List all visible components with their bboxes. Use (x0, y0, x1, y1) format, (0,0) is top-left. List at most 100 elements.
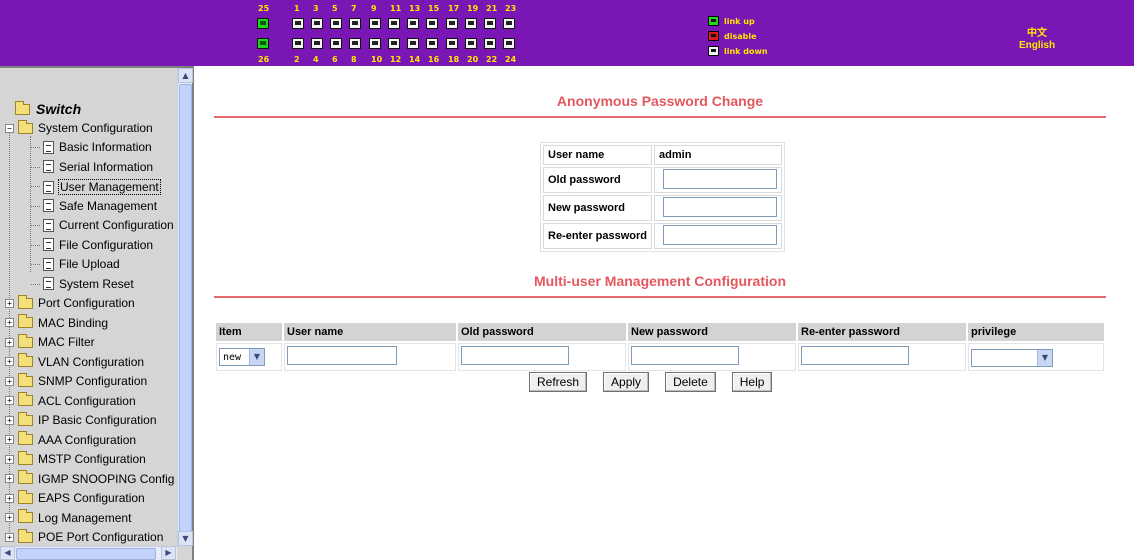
port-link-down-icon[interactable] (311, 38, 323, 49)
row-old-password-input[interactable] (461, 346, 569, 365)
expand-icon[interactable]: + (5, 298, 14, 308)
port-link-down-icon[interactable] (292, 18, 304, 29)
row-reenter-password-input[interactable] (801, 346, 909, 365)
lang-chinese-link[interactable]: 中文 (1012, 24, 1062, 39)
port-link-down-icon[interactable] (388, 38, 400, 49)
sidebar-item-label: File Configuration (59, 237, 154, 252)
port-link-down-icon[interactable] (446, 38, 458, 49)
port-link-down-icon[interactable] (388, 18, 400, 29)
row-new-password-input[interactable] (631, 346, 739, 365)
item-select[interactable]: new ▼ (219, 348, 265, 366)
sidebar-item-igmp-snooping-config[interactable]: + IGMP SNOOPING Config (5, 470, 175, 486)
sidebar-item-user-management[interactable]: User Management (43, 179, 161, 195)
port-link-down-icon[interactable] (503, 38, 515, 49)
port-link-down-icon[interactable] (503, 18, 515, 29)
scroll-thumb[interactable] (16, 548, 156, 560)
scroll-right-icon[interactable]: ▶ (161, 546, 176, 560)
expand-icon[interactable]: + (5, 532, 14, 542)
port-link-down-icon[interactable] (407, 18, 419, 29)
expand-icon[interactable]: + (5, 474, 14, 483)
folder-icon (18, 528, 33, 543)
expand-icon[interactable]: + (5, 435, 14, 444)
refresh-button[interactable]: Refresh (529, 372, 588, 392)
horizontal-scrollbar[interactable]: ◀ ▶ (0, 546, 177, 560)
sidebar-item-safe-management[interactable]: Safe Management (43, 199, 158, 213)
sidebar-item-poe-port-configuration[interactable]: + POE Port Configuration (5, 528, 164, 544)
privilege-select[interactable]: ▼ (971, 349, 1053, 367)
port-link-up-icon[interactable] (257, 18, 269, 29)
port-link-down-icon[interactable] (330, 38, 342, 49)
scroll-thumb[interactable] (179, 84, 192, 532)
document-icon (43, 199, 54, 212)
help-button[interactable]: Help (731, 372, 773, 392)
old-password-input[interactable] (663, 168, 778, 189)
sidebar-item-snmp-configuration[interactable]: + SNMP Configuration (5, 372, 148, 388)
scroll-down-icon[interactable]: ▼ (178, 531, 193, 546)
section-divider (214, 296, 1106, 298)
port-link-down-icon[interactable] (349, 18, 361, 29)
sidebar-item-log-management[interactable]: + Log Management (5, 509, 132, 525)
expand-icon[interactable]: + (5, 513, 14, 522)
port-link-down-icon[interactable] (369, 18, 381, 29)
port-link-down-icon[interactable] (465, 18, 477, 29)
expand-icon[interactable]: + (5, 337, 14, 347)
port-link-down-icon[interactable] (426, 38, 438, 49)
reenter-password-input[interactable] (663, 224, 778, 245)
port-link-down-icon[interactable] (484, 18, 496, 29)
apply-button[interactable]: Apply (603, 372, 650, 392)
expand-icon[interactable]: + (5, 454, 14, 464)
chevron-down-icon[interactable]: ▼ (249, 349, 264, 365)
port-link-down-icon[interactable] (292, 38, 304, 49)
port-link-up-icon[interactable] (257, 38, 269, 49)
expand-icon[interactable]: + (5, 318, 14, 327)
expand-icon[interactable]: + (5, 493, 14, 503)
tree-root[interactable]: Switch (15, 100, 81, 117)
scroll-up-icon[interactable]: ▲ (178, 68, 193, 83)
expand-icon[interactable]: + (5, 415, 14, 425)
column-header: Re-enter password (798, 323, 966, 341)
sidebar-item-label: Port Configuration (38, 296, 135, 310)
port-link-down-icon[interactable] (349, 38, 361, 49)
sidebar-item-system-configuration[interactable]: − System Configuration (5, 119, 154, 135)
chevron-down-icon[interactable]: ▼ (1037, 350, 1052, 366)
sidebar-item-ip-basic-configuration[interactable]: + IP Basic Configuration (5, 411, 158, 427)
expand-icon[interactable]: + (5, 376, 14, 386)
sidebar-item-mac-binding[interactable]: + MAC Binding (5, 314, 109, 330)
vertical-scrollbar[interactable]: ▲ ▼ (177, 68, 193, 546)
column-header: User name (284, 323, 456, 341)
port-link-down-icon[interactable] (426, 18, 438, 29)
sidebar-item-acl-configuration[interactable]: + ACL Configuration (5, 392, 137, 408)
sidebar-item-file-upload[interactable]: File Upload (43, 257, 121, 271)
port-link-down-icon[interactable] (330, 18, 342, 29)
folder-icon (18, 314, 33, 328)
tree-connector (31, 283, 40, 285)
expand-icon[interactable]: + (5, 396, 14, 405)
port-link-down-icon[interactable] (407, 38, 419, 49)
lang-english-link[interactable]: English (1012, 40, 1062, 51)
sidebar-item-serial-information[interactable]: Serial Information (43, 160, 154, 174)
port-link-down-icon[interactable] (484, 38, 496, 49)
port-link-down-icon[interactable] (465, 38, 477, 49)
collapse-icon[interactable]: − (5, 123, 14, 133)
sidebar-item-current-configuration[interactable]: Current Configuration (43, 218, 175, 232)
sidebar-item-port-configuration[interactable]: + Port Configuration (5, 294, 136, 310)
port-link-down-icon[interactable] (369, 38, 381, 49)
sidebar-item-file-configuration[interactable]: File Configuration (43, 238, 154, 252)
sidebar-item-eaps-configuration[interactable]: + EAPS Configuration (5, 489, 146, 505)
legend-link-up: link up (708, 16, 755, 26)
sidebar-item-basic-information[interactable]: Basic Information (43, 140, 153, 154)
sidebar-item-mstp-configuration[interactable]: + MSTP Configuration (5, 450, 147, 466)
port-link-down-icon[interactable] (446, 18, 458, 29)
scroll-left-icon[interactable]: ◀ (0, 546, 15, 560)
sidebar-item-vlan-configuration[interactable]: + VLAN Configuration (5, 353, 145, 369)
delete-button[interactable]: Delete (665, 372, 716, 392)
row-user-name-input[interactable] (287, 346, 397, 365)
new-password-input[interactable] (663, 196, 778, 217)
expand-icon[interactable]: + (5, 357, 14, 366)
sidebar-item-system-reset[interactable]: System Reset (43, 277, 135, 291)
sidebar-item-mac-filter[interactable]: + MAC Filter (5, 333, 96, 349)
port-number: 23 (505, 4, 517, 13)
sidebar-item-aaa-configuration[interactable]: + AAA Configuration (5, 431, 137, 447)
sidebar-item-label: System Configuration (38, 121, 153, 135)
port-link-down-icon[interactable] (311, 18, 323, 29)
